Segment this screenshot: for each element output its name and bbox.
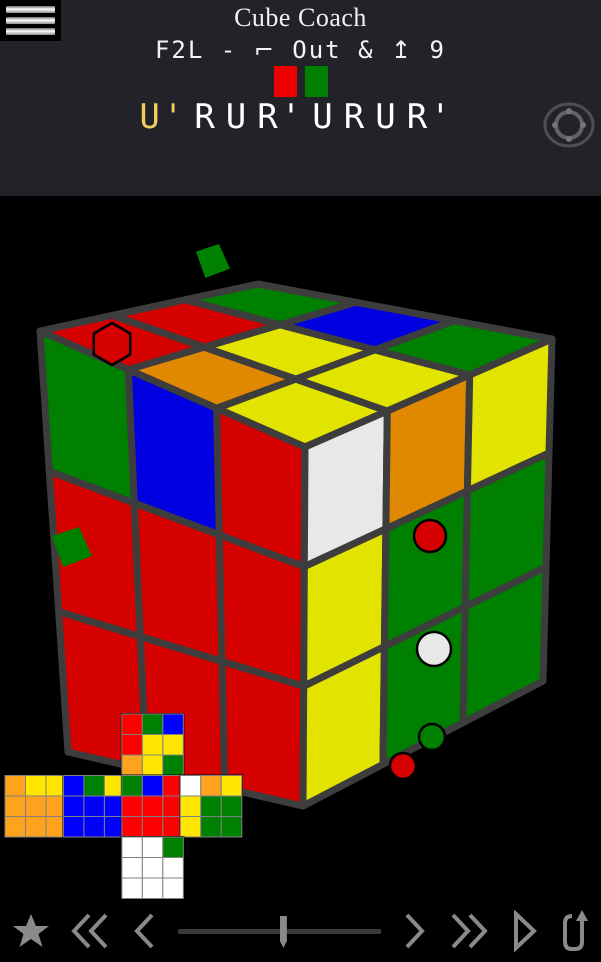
subtitle-part-3: Out — [292, 36, 342, 64]
page-title: Cube Coach — [234, 3, 367, 32]
slider-handle[interactable] — [279, 916, 287, 948]
net-sticker — [62, 816, 85, 838]
move-token[interactable]: R' — [407, 97, 454, 137]
playback-toolbar — [0, 900, 601, 962]
marker-red-dot-right — [412, 518, 448, 554]
move-token[interactable]: R — [344, 97, 367, 137]
cube-net-diagram — [4, 713, 243, 900]
net-sticker — [141, 857, 164, 879]
net-sticker — [121, 836, 143, 858]
net-sticker — [121, 754, 143, 776]
net-sticker — [121, 775, 143, 797]
net-sticker — [121, 857, 143, 879]
swatch-red — [273, 66, 297, 97]
play-button[interactable] — [497, 900, 549, 962]
marker-green-floating-top — [196, 244, 230, 278]
subtitle-part-6: 9 — [429, 36, 446, 64]
up-arrow-bar-glyph: ↥ — [390, 36, 414, 64]
net-sticker — [179, 775, 202, 797]
net-sticker — [162, 713, 184, 735]
net-sticker — [141, 754, 164, 776]
net-sticker — [179, 795, 202, 817]
rotation-gyro-icon[interactable] — [543, 99, 595, 151]
net-sticker — [141, 775, 164, 797]
net-sticker — [62, 795, 85, 817]
progress-slider[interactable] — [170, 900, 389, 962]
net-sticker — [83, 795, 105, 817]
swatch-green — [304, 66, 328, 97]
net-sticker — [121, 877, 143, 899]
move-sequence[interactable]: U' R U R' U R U R' — [0, 97, 601, 137]
net-sticker — [200, 795, 222, 817]
move-token[interactable]: U — [226, 97, 249, 137]
move-token[interactable]: U' — [139, 97, 186, 137]
first-button[interactable] — [62, 900, 120, 962]
net-sticker — [4, 816, 26, 838]
net-sticker — [162, 877, 184, 899]
repeat-button[interactable] — [549, 900, 601, 962]
case-subtitle: F2L - ⌐ Out & ↥ 9 — [0, 36, 601, 64]
net-sticker — [121, 713, 143, 735]
net-sticker — [220, 775, 243, 797]
net-sticker — [141, 836, 164, 858]
net-sticker — [200, 775, 222, 797]
move-token[interactable]: U — [375, 97, 398, 137]
net-sticker — [121, 734, 143, 756]
net-sticker — [83, 775, 105, 797]
move-token[interactable]: R — [194, 97, 217, 137]
net-sticker — [162, 836, 184, 858]
cube-viewport[interactable] — [0, 196, 601, 900]
net-sticker — [25, 795, 47, 817]
net-sticker — [141, 713, 164, 735]
app-header: Cube Coach F2L - ⌐ Out & ↥ 9 U' R U R' U R U R' — [0, 0, 601, 196]
net-sticker — [162, 754, 184, 776]
marker-red-dot-below — [388, 751, 418, 781]
subtitle-part-0: F2L — [154, 36, 205, 64]
net-sticker — [4, 775, 26, 797]
net-sticker — [141, 795, 164, 817]
net-sticker — [141, 877, 164, 899]
net-sticker — [179, 816, 202, 838]
move-token[interactable]: U — [312, 97, 335, 137]
move-token[interactable]: R' — [257, 97, 304, 137]
marker-red-corner-top — [92, 321, 132, 367]
net-sticker — [162, 734, 184, 756]
net-sticker — [121, 795, 143, 817]
net-sticker — [25, 775, 47, 797]
net-sticker — [220, 816, 243, 838]
net-sticker — [162, 857, 184, 879]
pair-color-swatches — [0, 66, 601, 97]
corner-flag-glyph: ⌐ — [253, 36, 276, 64]
favorite-button[interactable] — [0, 900, 62, 962]
subtitle-part-1: - — [220, 36, 238, 64]
marker-white-dot-right — [415, 630, 453, 668]
next-button[interactable] — [389, 900, 439, 962]
marker-green-dot-below — [417, 722, 447, 752]
net-sticker — [141, 734, 164, 756]
net-sticker — [200, 816, 222, 838]
net-sticker — [83, 816, 105, 838]
net-sticker — [141, 816, 164, 838]
last-button[interactable] — [439, 900, 497, 962]
net-sticker — [4, 795, 26, 817]
net-sticker — [25, 816, 47, 838]
slider-track — [178, 929, 381, 934]
net-sticker — [62, 775, 85, 797]
previous-button[interactable] — [120, 900, 170, 962]
net-sticker — [121, 816, 143, 838]
net-sticker — [220, 795, 243, 817]
subtitle-part-4: & — [358, 36, 375, 64]
